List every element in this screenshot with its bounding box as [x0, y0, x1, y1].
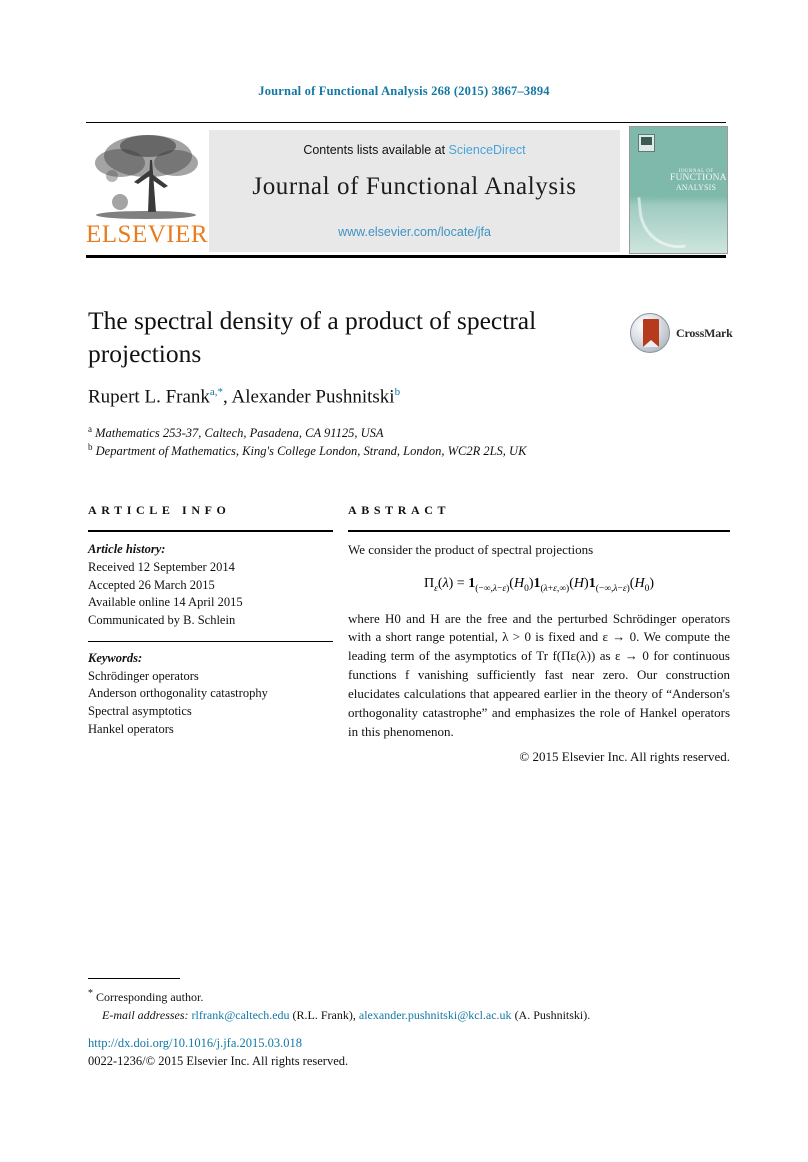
article-history-item: Accepted 26 March 2015	[88, 577, 215, 592]
corresponding-marker: *	[88, 988, 93, 999]
keyword-item: Schrödinger operators	[88, 668, 199, 683]
article-info-divider-mid	[88, 640, 333, 642]
sciencedirect-link[interactable]: ScienceDirect	[449, 143, 526, 157]
affiliation-a-text: Mathematics 253-37, Caltech, Pasadena, C…	[95, 426, 384, 441]
running-head: Journal of Functional Analysis 268 (2015…	[258, 84, 550, 98]
article-info-heading: ARTICLE INFO	[88, 503, 231, 517]
cover-publisher-badge-icon	[638, 134, 655, 152]
email-owner-pushnitski: (A. Pushnitski).	[514, 1008, 591, 1022]
issn-number: 0022-1236/	[88, 1053, 146, 1068]
email-owner-frank: (R.L. Frank),	[292, 1008, 356, 1022]
footnote-rule	[88, 978, 180, 979]
page-footnote: * Corresponding author. E-mail addresses…	[88, 978, 733, 1024]
corresponding-author-note: * Corresponding author.	[88, 986, 733, 1006]
cover-swoosh-decoration	[637, 192, 686, 253]
title-block: The spectral density of a product of spe…	[88, 305, 618, 370]
crossmark-label: CrossMark	[676, 326, 733, 340]
doi-block: http://dx.doi.org/10.1016/j.jfa.2015.03.…	[88, 1035, 588, 1070]
abstract-body: where H0 and H are the free and the pert…	[348, 610, 730, 739]
article-history-item: Communicated by B. Schlein	[88, 613, 236, 627]
article-history-label: Article history:	[88, 542, 166, 556]
doi-link[interactable]: http://dx.doi.org/10.1016/j.jfa.2015.03.…	[88, 1035, 588, 1053]
keyword-item: Spectral asymptotics	[88, 704, 192, 718]
elsevier-tree-icon	[90, 130, 202, 222]
affiliation-a: a Mathematics 253-37, Caltech, Pasadena,…	[88, 424, 558, 442]
masthead-bottom-rule	[86, 255, 726, 258]
keywords-block: Keywords: Schrödinger operators Anderson…	[88, 650, 333, 739]
affiliation-b-text: Department of Mathematics, King's Colleg…	[95, 443, 527, 458]
abstract-copyright: © 2015 Elsevier Inc. All rights reserved…	[519, 748, 730, 764]
email-addresses-note: E-mail addresses: rlfrank@caltech.edu (R…	[88, 1006, 733, 1024]
affiliation-b: b Department of Mathematics, King's Coll…	[88, 442, 558, 460]
affiliation-list: a Mathematics 253-37, Caltech, Pasadena,…	[88, 424, 558, 459]
corresponding-text: Corresponding author.	[96, 990, 204, 1004]
article-history-block: Article history: Received 12 September 2…	[88, 541, 333, 630]
issn-copyright-line: 0022-1236/© 2015 Elsevier Inc. All right…	[88, 1053, 588, 1071]
author-list: Rupert L. Franka,*, Alexander Pushnitski…	[88, 386, 628, 408]
abstract-intro: We consider the product of spectral proj…	[348, 542, 594, 557]
affiliation-a-marker: a	[88, 424, 92, 434]
paper-page: Journal of Functional Analysis 268 (2015…	[0, 0, 808, 1162]
crossmark-badge[interactable]: CrossMark	[630, 313, 733, 355]
journal-homepage-link[interactable]: www.elsevier.com/locate/jfa	[209, 225, 620, 239]
author-1-name: Rupert L. Frank	[88, 386, 210, 408]
email-link-pushnitski[interactable]: alexander.pushnitski@kcl.ac.uk	[359, 1008, 512, 1022]
abstract-heading: ABSTRACT	[348, 503, 451, 517]
abstract-divider	[348, 530, 730, 532]
email-link-frank[interactable]: rlfrank@caltech.edu	[192, 1008, 290, 1022]
contents-prefix: Contents lists available at	[303, 143, 449, 157]
cover-artwork: JOURNAL OF FUNCTIONAL ANALYSIS	[630, 127, 727, 253]
author-1-affiliation-marker[interactable]: a,	[210, 386, 218, 398]
elsevier-wordmark: ELSEVIER	[86, 221, 209, 248]
abstract-display-formula: Πε(λ) = 1(−∞,λ−ε)(H0)1(λ+ε,∞)(H)1(−∞,λ−ε…	[348, 576, 730, 594]
keyword-item: Hankel operators	[88, 721, 174, 736]
journal-title: Journal of Functional Analysis	[252, 173, 577, 200]
article-info-divider-top	[88, 530, 333, 532]
abstract-column: ABSTRACT We consider the product of spec…	[348, 503, 730, 765]
journal-cover-thumbnail: JOURNAL OF FUNCTIONAL ANALYSIS	[629, 126, 728, 254]
email-label: E-mail addresses:	[102, 1008, 189, 1022]
keyword-item: Anderson orthogonality catastrophy	[88, 686, 268, 701]
cover-title-line3: ANALYSIS	[675, 183, 717, 193]
masthead-top-rule	[86, 122, 726, 123]
author-2-affiliation-marker[interactable]: b	[395, 386, 401, 398]
crossmark-book-icon	[643, 319, 659, 347]
affiliation-b-marker: b	[88, 441, 93, 452]
article-history-item: Received 12 September 2014	[88, 559, 235, 574]
keywords-label: Keywords:	[88, 650, 143, 665]
cover-title-text: JOURNAL OF FUNCTIONAL ANALYSIS	[670, 169, 727, 193]
journal-masthead: ELSEVIER Contents lists available at Sci…	[86, 122, 728, 258]
masthead-center-panel: Contents lists available at ScienceDirec…	[209, 130, 620, 252]
paper-title: The spectral density of a product of spe…	[88, 306, 537, 368]
elsevier-logo: ELSEVIER	[86, 130, 209, 252]
article-info-column: ARTICLE INFO Article history: Received 1…	[88, 503, 333, 739]
crossmark-circle-icon	[630, 313, 670, 353]
article-history-item: Available online 14 April 2015	[88, 595, 243, 610]
contents-available-line: Contents lists available at ScienceDirec…	[209, 143, 620, 157]
formula-rendered: Πε(λ) = 1(−∞,λ−ε)(H0)1(λ+ε,∞)(H)1(−∞,λ−ε…	[424, 575, 654, 594]
issn-copyright: © 2015 Elsevier Inc. All rights reserved…	[145, 1053, 349, 1068]
author-separator: , Alexander Pushnitski	[223, 386, 395, 408]
